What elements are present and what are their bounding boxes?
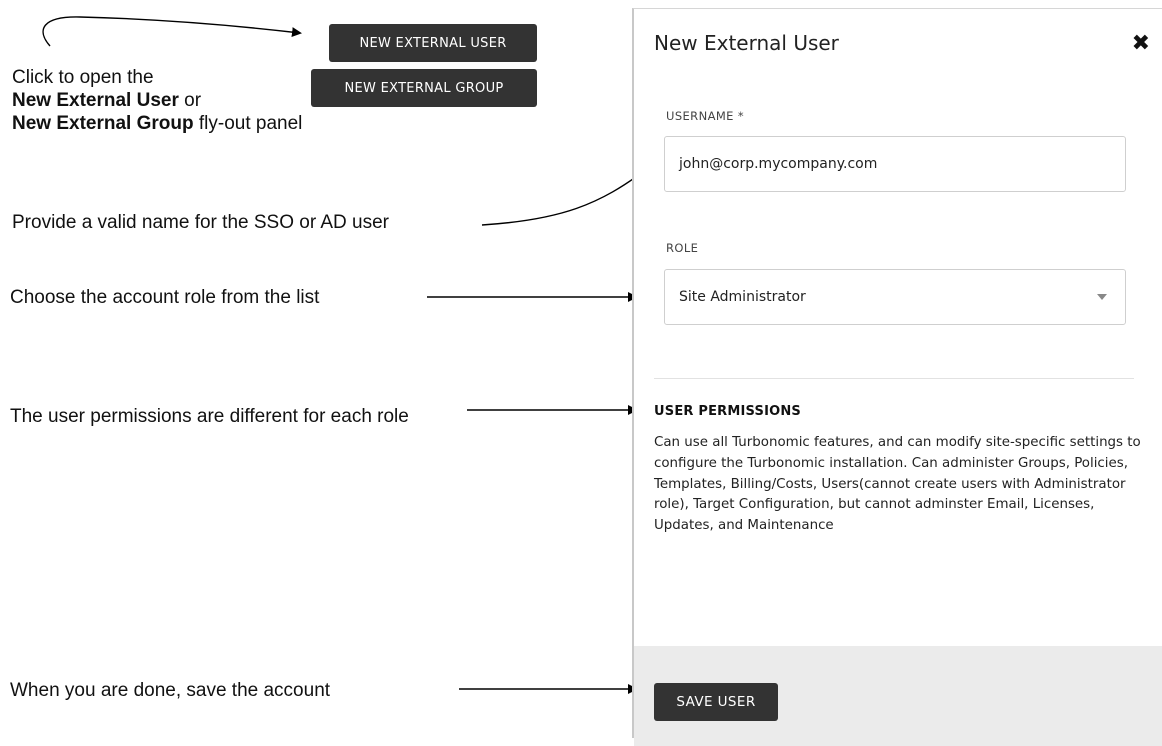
close-icon[interactable]: ✖ [1132, 33, 1150, 55]
permissions-title: USER PERMISSIONS [654, 404, 801, 419]
role-select[interactable]: Site Administrator [664, 269, 1126, 325]
divider [654, 378, 1134, 379]
permissions-description: Can use all Turbonomic features, and can… [654, 435, 1141, 534]
chevron-down-icon [1097, 294, 1107, 300]
new-external-user-panel: New External User ✖ USERNAME * john@corp… [632, 8, 1162, 746]
role-label: ROLE [666, 241, 699, 255]
panel-title: New External User [654, 31, 839, 55]
role-value: Site Administrator [679, 289, 806, 305]
arrow-to-new-user [42, 16, 302, 47]
username-input[interactable]: john@corp.mycompany.com [664, 136, 1126, 192]
username-label: USERNAME * [666, 109, 745, 123]
save-user-button[interactable]: SAVE USER [654, 683, 778, 721]
arrow-to-username [481, 166, 650, 226]
username-value: john@corp.mycompany.com [679, 156, 878, 172]
